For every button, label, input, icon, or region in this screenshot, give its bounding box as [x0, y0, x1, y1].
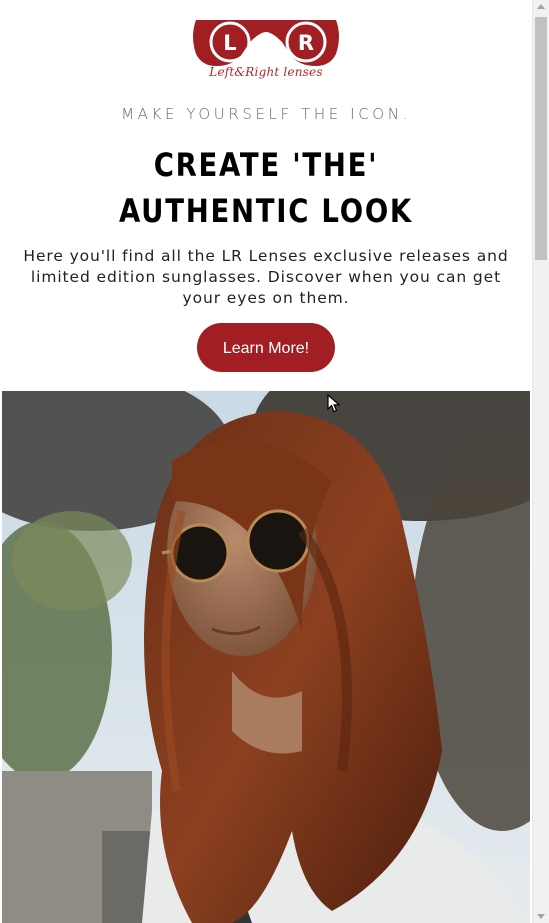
- page-headline: CREATE 'THE' AUTHENTIC LOOK: [37, 142, 495, 234]
- page: L R Left&Right lenses MAKE YOURSELF THE …: [0, 0, 532, 923]
- hero-photo-illustration: [2, 391, 530, 923]
- headline-line-1: CREATE 'THE': [153, 146, 379, 184]
- vertical-scrollbar[interactable]: [532, 0, 549, 923]
- learn-more-button[interactable]: Learn More!: [197, 323, 335, 372]
- intro-line-1: Here you'll find all the LR Lenses exclu…: [23, 247, 509, 265]
- scroll-down-arrow-icon[interactable]: [537, 914, 545, 919]
- intro-line-3: your eyes on them.: [182, 289, 350, 307]
- mouse-cursor-icon: [327, 394, 341, 413]
- logo-letter-left: L: [223, 31, 236, 55]
- intro-line-2: limited edition sunglasses. Discover whe…: [30, 268, 502, 286]
- brand-logo[interactable]: L R Left&Right lenses: [190, 20, 342, 84]
- headline-line-2: AUTHENTIC LOOK: [119, 192, 413, 230]
- hero-image: [2, 391, 530, 923]
- logo-caption: Left&Right lenses: [209, 65, 323, 79]
- scrollbar-thumb[interactable]: [535, 17, 547, 260]
- scroll-up-arrow-icon[interactable]: [537, 4, 545, 9]
- logo-letter-right: R: [298, 31, 314, 55]
- intro-paragraph: Here you'll find all the LR Lenses exclu…: [0, 246, 532, 309]
- tagline: MAKE YOURSELF THE ICON.: [121, 105, 411, 123]
